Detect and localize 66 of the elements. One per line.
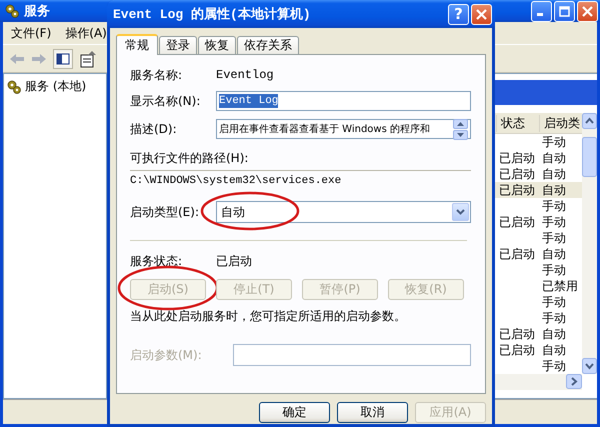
- scroll-thumb[interactable]: [582, 137, 597, 177]
- scroll-down-button[interactable]: [453, 130, 468, 140]
- startup-type-cell-text: 手动: [541, 294, 567, 311]
- menu-item[interactable]: 文件(F): [11, 24, 52, 42]
- dialog-button[interactable]: 确定: [259, 402, 330, 423]
- startup-type-cell-text: 手动: [541, 262, 567, 279]
- status-cell-text: 已启动: [498, 326, 536, 343]
- scroll-down-button[interactable]: [582, 358, 597, 374]
- triangle-up-icon: [457, 122, 464, 126]
- startup-type-cell-text: 自动: [541, 166, 567, 183]
- field-label: 服务名称:: [130, 66, 184, 84]
- status-cell-text: 已启动: [498, 214, 536, 231]
- field-label: 启动类型(E):: [130, 204, 200, 220]
- column-header[interactable]: 状态: [496, 114, 539, 132]
- field-label: 显示名称(N):: [130, 92, 202, 110]
- close-button[interactable]: [577, 0, 598, 22]
- startup-type-cell-text: 自动: [541, 246, 567, 263]
- status-cell-text: 已启动: [498, 166, 536, 183]
- service-name-value: Eventlog: [216, 68, 274, 82]
- dialog-button[interactable]: 取消: [337, 402, 408, 423]
- status-cell-text: 已启动: [498, 342, 536, 359]
- service-status-value: 已启动: [216, 252, 252, 270]
- startup-type-dropdown[interactable]: 自动: [216, 201, 471, 223]
- maximize-icon: [559, 6, 570, 16]
- minimize-icon: [537, 12, 543, 16]
- tab[interactable]: 常规: [116, 34, 158, 55]
- tree-item[interactable]: 服务 (本地): [25, 78, 86, 95]
- chevron-down-icon: [456, 209, 465, 215]
- menu-item[interactable]: 操作(A): [65, 24, 107, 42]
- tab[interactable]: 依存关系: [237, 36, 299, 54]
- properties-icon[interactable]: [79, 50, 97, 68]
- minimize-button[interactable]: [531, 0, 552, 22]
- maximize-button[interactable]: [554, 0, 575, 22]
- startup-type-cell-text: 自动: [541, 326, 567, 343]
- scroll-right-button[interactable]: [566, 374, 582, 389]
- triangle-down-icon: [457, 132, 464, 136]
- vertical-scrollbar[interactable]: [582, 113, 597, 374]
- startup-type-cell-text: 手动: [541, 214, 567, 231]
- gears-icon: [6, 78, 22, 94]
- startup-type-cell-text: 手动: [541, 230, 567, 247]
- start-parameters-field[interactable]: [233, 344, 471, 366]
- window-title: 服务: [24, 3, 50, 20]
- field-label: 描述(D):: [130, 120, 178, 138]
- startup-type-cell-text: 自动: [541, 182, 567, 199]
- close-button[interactable]: [471, 4, 492, 24]
- field-label: 可执行文件的路径(H):: [130, 150, 248, 166]
- tab[interactable]: 恢复: [198, 36, 236, 54]
- close-icon: [582, 6, 593, 16]
- field-label: 启动参数(M):: [130, 346, 203, 364]
- description-field[interactable]: 启用在事件查看器查看基于 Windows 的程序和: [216, 119, 471, 139]
- tab[interactable]: 登录: [159, 36, 197, 54]
- scroll-up-button[interactable]: [453, 118, 468, 128]
- close-icon: [476, 8, 487, 20]
- display-name-field[interactable]: Event Log: [216, 91, 471, 111]
- dialog-title: Event Log 的属性(本地计算机): [113, 6, 312, 23]
- startup-type-cell-text: 自动: [541, 150, 567, 167]
- gears-icon: [4, 3, 20, 19]
- startup-type-cell-text: 手动: [541, 358, 567, 375]
- hint-text: 当从此处启动服务时，您可指定所适用的启动参数。: [130, 308, 406, 324]
- status-cell-text: 已启动: [498, 246, 536, 263]
- status-cell-text: 已启动: [498, 182, 536, 199]
- status-cell-text: 已启动: [498, 150, 536, 167]
- startup-type-cell-text: 自动: [541, 342, 567, 359]
- scroll-up-button[interactable]: [582, 113, 597, 129]
- startup-type-cell-text: 手动: [541, 134, 567, 151]
- console-tree-icon[interactable]: [53, 48, 73, 68]
